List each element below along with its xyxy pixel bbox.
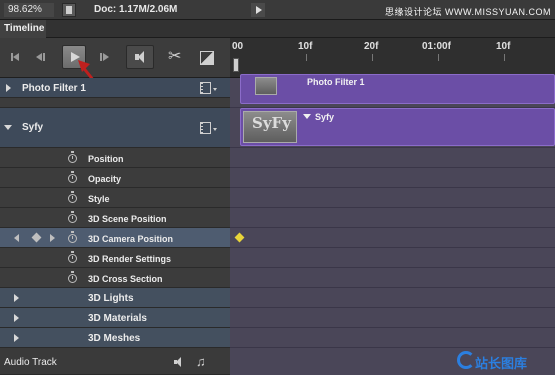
clip-syfy[interactable]: SyFy Syfy: [240, 108, 555, 146]
group-row[interactable]: 3D Meshes: [0, 328, 230, 348]
layer-row-syfy[interactable]: Syfy: [0, 108, 230, 148]
group-row[interactable]: 3D Materials: [0, 308, 230, 328]
property-row[interactable]: 3D Scene Position: [0, 208, 230, 228]
expand-arrow-icon[interactable]: [14, 334, 19, 342]
track-row: [230, 308, 555, 328]
mute-audio-button[interactable]: [126, 45, 154, 69]
expand-arrow-icon[interactable]: [14, 294, 19, 302]
timeline-track-area[interactable]: Photo Filter 1 SyFy Syfy 站长图库: [230, 74, 555, 375]
group-label: 3D Meshes: [88, 333, 141, 344]
previous-keyframe-icon[interactable]: [14, 234, 19, 242]
clip-thumbnail: SyFy: [243, 111, 297, 143]
film-icon[interactable]: [200, 82, 217, 94]
zoom-field[interactable]: 98.62%: [4, 3, 54, 17]
layer-spacer: [0, 98, 230, 108]
property-label: 3D Cross Section: [88, 274, 163, 284]
collapse-arrow-icon[interactable]: [4, 125, 12, 130]
stopwatch-icon[interactable]: [68, 171, 77, 183]
logo-swirl-icon: [457, 351, 475, 369]
layer-name: Syfy: [22, 122, 44, 133]
clip-label: Photo Filter 1: [307, 77, 365, 87]
track-row: [230, 288, 555, 308]
clip-photo-filter[interactable]: Photo Filter 1: [240, 74, 555, 104]
status-bar: 98.62% Doc: 1.17M/2.06M 思缘设计论坛 WWW.MISSY…: [0, 0, 555, 20]
status-menu-arrow-icon[interactable]: [251, 3, 265, 17]
audio-track-label: Audio Track: [4, 357, 57, 368]
speaker-icon[interactable]: [174, 357, 186, 367]
layer-name: Photo Filter 1: [22, 83, 86, 94]
stopwatch-icon[interactable]: [68, 151, 77, 163]
layer-row-photo-filter[interactable]: Photo Filter 1: [0, 78, 230, 98]
stopwatch-icon[interactable]: [68, 251, 77, 263]
expand-arrow-icon[interactable]: [14, 314, 19, 322]
property-label: 3D Render Settings: [88, 254, 172, 264]
next-keyframe-icon[interactable]: [50, 234, 55, 242]
property-row[interactable]: 3D Cross Section: [0, 268, 230, 288]
track-row: [230, 208, 555, 228]
ruler-label: 00: [232, 41, 244, 52]
split-at-playhead-button[interactable]: ✂: [168, 46, 186, 68]
track-row: [230, 168, 555, 188]
transition-button[interactable]: [200, 51, 214, 65]
ruler-tick: [372, 54, 373, 61]
track-row: [230, 328, 555, 348]
property-row[interactable]: Style: [0, 188, 230, 208]
time-ruler[interactable]: 00 10f 20f 01:00f 10f: [230, 38, 555, 78]
go-to-first-frame-button[interactable]: [6, 46, 24, 68]
stopwatch-icon[interactable]: [68, 231, 77, 243]
document-info: Doc: 1.17M/2.06M: [94, 4, 178, 15]
property-row[interactable]: 3D Render Settings: [0, 248, 230, 268]
music-note-icon[interactable]: ♫: [196, 354, 206, 369]
previous-frame-button[interactable]: [32, 46, 50, 68]
scissors-icon: ✂: [168, 48, 182, 65]
stopwatch-icon[interactable]: [68, 271, 77, 283]
track-row: [230, 188, 555, 208]
panel-tab-bar: Timeline: [0, 20, 555, 38]
property-row-selected[interactable]: 3D Camera Position: [0, 228, 230, 248]
clip-thumbnail: [255, 77, 277, 95]
ruler-tick: [306, 54, 307, 61]
property-label: 3D Scene Position: [88, 214, 167, 224]
ruler-label: 10f: [496, 41, 511, 52]
playhead-handle[interactable]: [233, 58, 239, 72]
group-row[interactable]: 3D Lights: [0, 288, 230, 308]
transport-controls: ✂: [0, 38, 230, 78]
ruler-label: 01:00f: [422, 41, 451, 52]
ruler-tick: [504, 54, 505, 61]
track-row: [230, 268, 555, 288]
logo-text: 站长图库: [475, 357, 528, 372]
ruler-tick: [438, 54, 439, 61]
film-icon[interactable]: [200, 122, 217, 134]
audio-track-row[interactable]: Audio Track ♫: [0, 348, 230, 375]
add-keyframe-icon[interactable]: [31, 232, 42, 243]
group-label: 3D Materials: [88, 313, 147, 324]
stopwatch-icon[interactable]: [68, 191, 77, 203]
track-row: [230, 148, 555, 168]
property-row[interactable]: Position: [0, 148, 230, 168]
clip-label: Syfy: [315, 112, 335, 122]
clip-expand-arrow-icon[interactable]: [303, 114, 311, 119]
track-row: [230, 248, 555, 268]
stopwatch-icon[interactable]: [68, 211, 77, 223]
group-label: 3D Lights: [88, 293, 134, 304]
watermark: 思缘设计论坛 WWW.MISSYUAN.COM: [385, 7, 551, 17]
document-icon[interactable]: [62, 3, 76, 17]
site-logo: 站长图库: [457, 351, 549, 372]
property-row[interactable]: Opacity: [0, 168, 230, 188]
property-label: 3D Camera Position: [88, 234, 174, 244]
ruler-label: 20f: [364, 41, 379, 52]
property-label: Opacity: [88, 174, 122, 184]
property-label: Style: [88, 194, 110, 204]
tab-timeline[interactable]: Timeline: [0, 20, 46, 38]
ruler-label: 10f: [298, 41, 313, 52]
thumbnail-text: SyFy: [252, 114, 291, 132]
expand-arrow-icon[interactable]: [6, 84, 11, 92]
track-row: [230, 228, 555, 248]
property-label: Position: [88, 154, 124, 164]
